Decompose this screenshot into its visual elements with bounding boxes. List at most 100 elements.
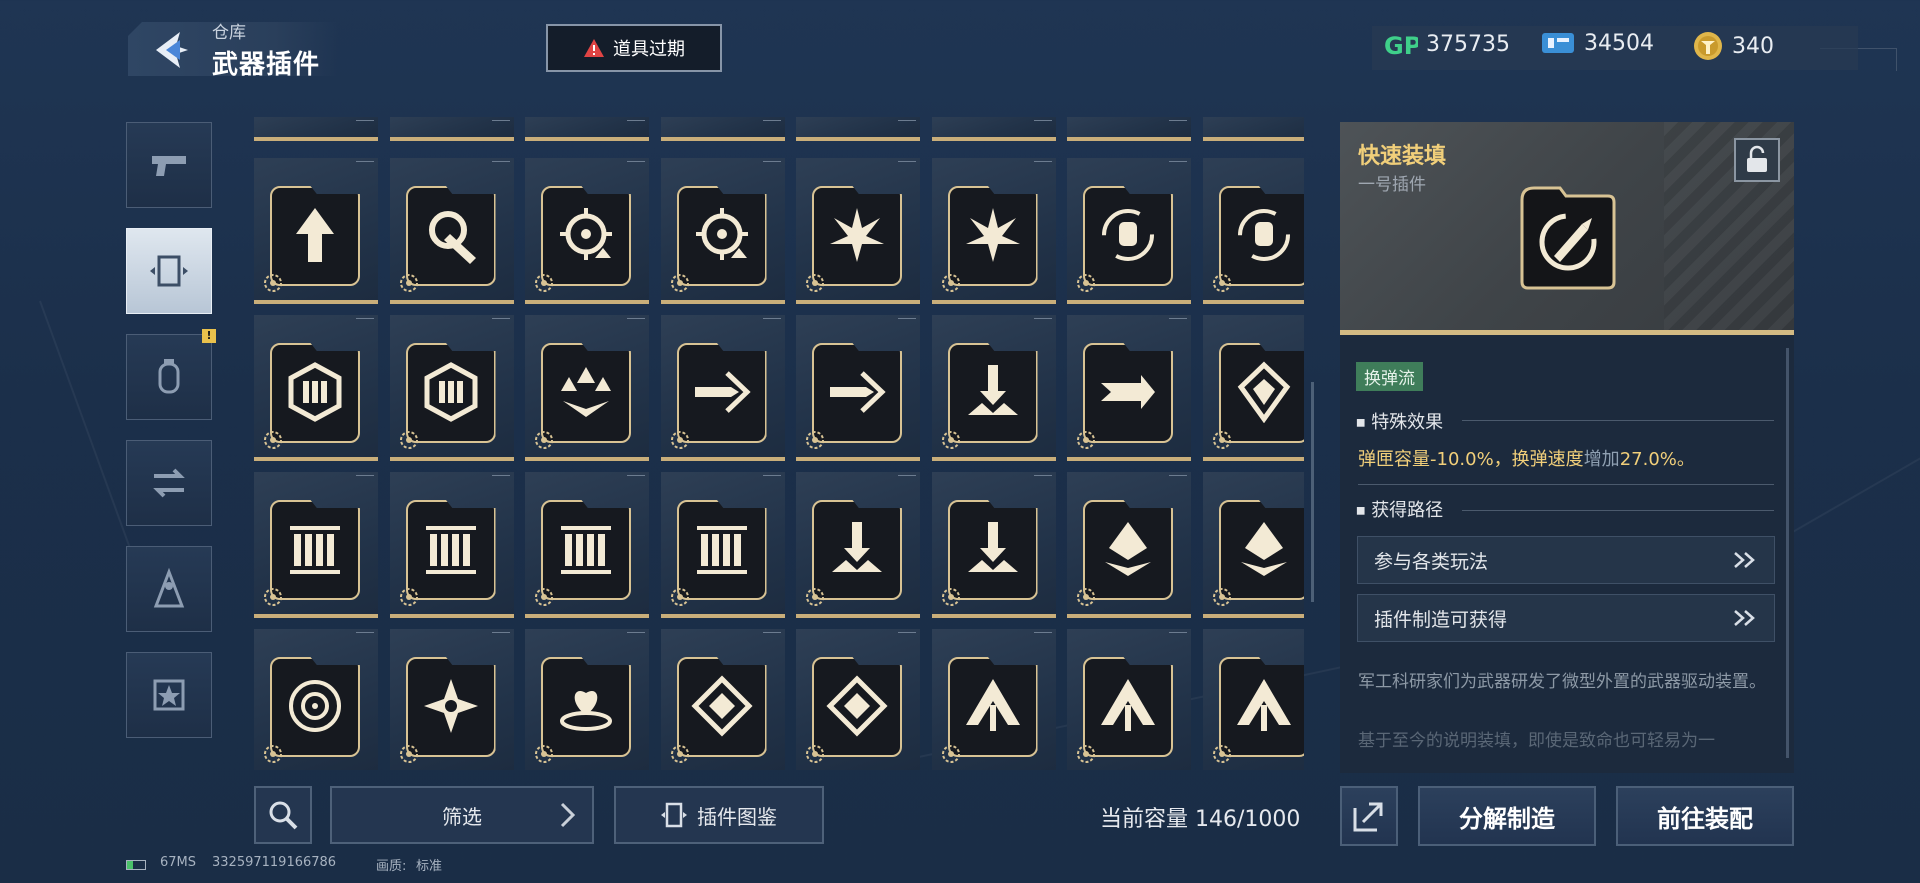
gear-badge-icon <box>670 274 689 292</box>
plugin-slot[interactable] <box>389 472 514 618</box>
plugin-slot[interactable] <box>1202 629 1304 770</box>
plugin-slot[interactable] <box>1067 158 1191 304</box>
plugin-tile <box>1218 500 1304 600</box>
burst-up-icon <box>965 208 1020 262</box>
plugin-tile <box>541 343 631 443</box>
slot-corner <box>356 161 374 167</box>
capacity-text: 当前容量 146/1000 <box>1100 807 1301 832</box>
gear-badge-icon <box>399 745 418 763</box>
slot-corner <box>491 318 510 324</box>
gear-badge-icon <box>535 745 553 763</box>
plugin-tile <box>676 343 767 443</box>
plugin-name: 快速装填 <box>1358 144 1447 169</box>
plugin-slot[interactable] <box>254 629 378 770</box>
slot-corner <box>898 318 916 324</box>
share-button[interactable] <box>1340 786 1398 846</box>
gear-badge-icon <box>535 588 553 606</box>
gp-icon: GP <box>1384 32 1418 58</box>
expired-items-button[interactable]: 道具过期 <box>546 24 722 72</box>
plugin-slot[interactable] <box>796 315 920 461</box>
gem-shield-icon <box>1237 361 1290 423</box>
plugin-tile <box>270 500 360 600</box>
nav-grenade[interactable] <box>126 334 212 420</box>
plugin-slot-partial[interactable] <box>254 117 378 141</box>
plugin-slot[interactable] <box>1067 472 1191 618</box>
slot-corner <box>762 632 781 638</box>
plugin-slot-partial[interactable] <box>796 117 920 141</box>
plugin-tile <box>947 186 1038 286</box>
plugin-slot[interactable] <box>660 315 785 461</box>
nav-plugins[interactable] <box>126 228 212 314</box>
plugin-slot[interactable] <box>796 629 920 770</box>
plugin-tile <box>541 186 631 286</box>
plugin-slot[interactable] <box>931 472 1056 618</box>
filter-button[interactable]: 筛选 <box>330 786 594 844</box>
plugin-slot[interactable] <box>796 472 920 618</box>
plugin-slot[interactable] <box>389 158 514 304</box>
slot-corner <box>627 475 645 481</box>
disassemble-button[interactable]: 分解制造 <box>1418 786 1596 846</box>
plugin-slot-partial[interactable] <box>660 117 785 141</box>
nav-transfer[interactable] <box>126 440 212 526</box>
plugin-slot[interactable] <box>254 158 378 304</box>
plugin-slot[interactable] <box>931 629 1056 770</box>
plugin-slot[interactable] <box>254 315 378 461</box>
go-equip-button[interactable]: 前往装配 <box>1616 786 1794 846</box>
gear-badge-icon <box>535 431 553 449</box>
plugin-slot[interactable] <box>389 315 514 461</box>
gear-badge-icon <box>264 274 282 292</box>
plugin-slot[interactable] <box>1202 315 1304 461</box>
currency-gold: 340 <box>1692 30 1774 62</box>
effect-part2: 增加 <box>1583 449 1620 470</box>
nav-character[interactable] <box>126 546 212 632</box>
effect-section-title: ■ 特殊效果 <box>1356 412 1444 433</box>
plugin-slot[interactable] <box>660 472 785 618</box>
nav-pistol[interactable] <box>126 122 212 208</box>
plugin-slot[interactable] <box>1067 629 1191 770</box>
plugin-slot[interactable] <box>931 158 1056 304</box>
plugin-slot[interactable] <box>1202 158 1304 304</box>
slot-corner <box>1033 318 1052 324</box>
quick-reload-icon <box>1520 186 1616 290</box>
crystal-drop-icon <box>1240 522 1287 576</box>
plugin-slot[interactable] <box>389 629 514 770</box>
plugin-slot[interactable] <box>1067 315 1191 461</box>
lock-button[interactable] <box>1734 138 1780 182</box>
plugin-tile <box>405 657 496 757</box>
slot-corner <box>762 318 781 324</box>
plugin-slot[interactable] <box>525 315 649 461</box>
slot-corner <box>898 475 916 481</box>
plugin-slot[interactable] <box>796 158 920 304</box>
plugin-slot[interactable] <box>525 629 649 770</box>
plugin-slot[interactable] <box>525 158 649 304</box>
plugin-slot-partial[interactable] <box>1067 117 1191 141</box>
plugin-slot-partial[interactable] <box>389 117 514 141</box>
gear-badge-icon <box>1077 274 1095 292</box>
codex-icon <box>661 802 687 828</box>
nav-star[interactable] <box>126 652 212 738</box>
plugin-slot[interactable] <box>931 315 1056 461</box>
plugin-slot[interactable] <box>525 472 649 618</box>
plugin-slot[interactable] <box>660 158 785 304</box>
plugin-slot-partial[interactable] <box>931 117 1056 141</box>
plugin-tile <box>270 186 360 286</box>
crosshair-up-icon <box>560 208 612 260</box>
spread-up-icon <box>1101 679 1155 731</box>
breadcrumb-parent: 仓库 <box>212 23 246 43</box>
detail-scrollbar[interactable] <box>1786 348 1789 758</box>
up-arrow-icon <box>296 208 334 262</box>
plugin-slot[interactable] <box>254 472 378 618</box>
grid-scrollbar[interactable] <box>1311 382 1314 602</box>
slot-corner <box>1033 475 1052 481</box>
source-gameplay-button[interactable]: 参与各类玩法 <box>1357 536 1775 584</box>
gear-badge-icon <box>941 274 960 292</box>
plugin-slot[interactable] <box>660 629 785 770</box>
plugin-slot-partial[interactable] <box>1202 117 1304 141</box>
search-button[interactable] <box>254 786 312 844</box>
plugin-slot[interactable] <box>1202 472 1304 618</box>
plugin-tile <box>405 500 496 600</box>
gear-badge-icon <box>941 745 960 763</box>
plugin-slot-partial[interactable] <box>525 117 649 141</box>
plugin-codex-button[interactable]: 插件图鉴 <box>614 786 824 844</box>
source-craft-button[interactable]: 插件制造可获得 <box>1357 594 1775 642</box>
